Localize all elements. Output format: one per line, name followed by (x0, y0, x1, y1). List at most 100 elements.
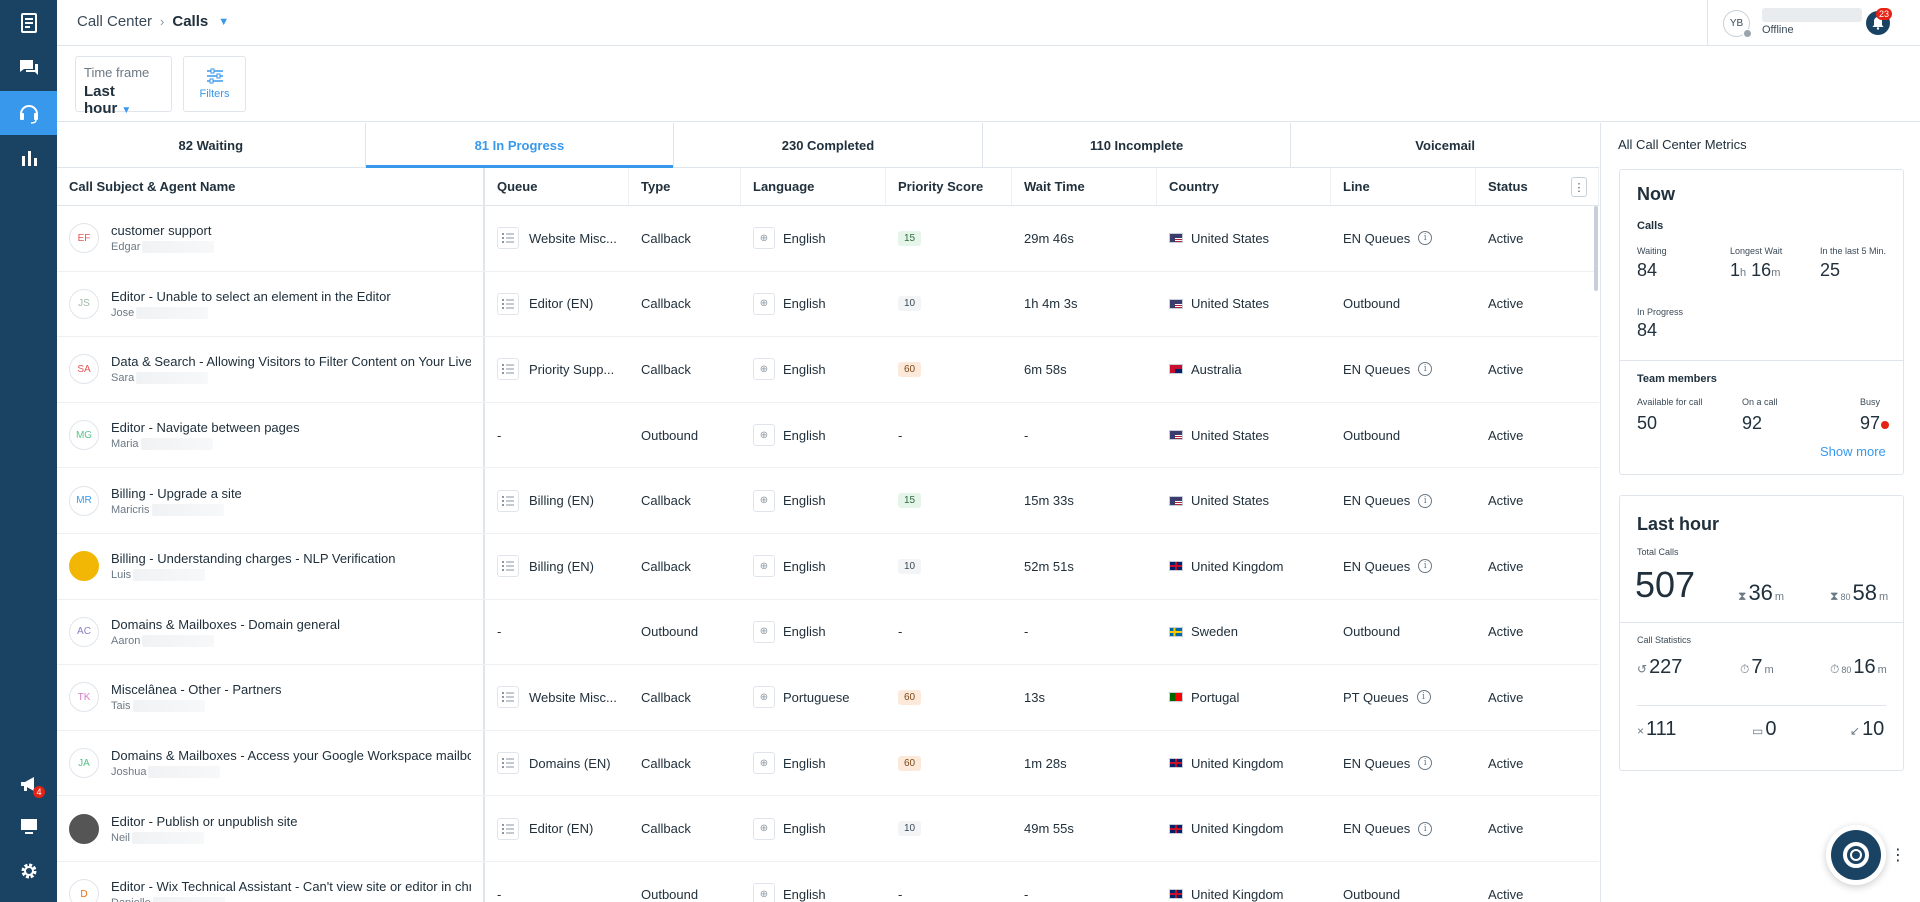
nav-settings[interactable] (0, 849, 57, 893)
table-row[interactable]: TK Miscelânea - Other - Partners Tais We… (57, 665, 1599, 731)
wait-time-cell: 49m 55s (1024, 821, 1074, 837)
agent-name: Joshua (111, 766, 147, 779)
agent-initials: MR (76, 495, 92, 507)
table-row[interactable]: MG Editor - Navigate between pages Maria… (57, 402, 1599, 469)
tab-completed[interactable]: 230 Completed (674, 123, 983, 167)
call-subject[interactable]: Billing - Upgrade a site (111, 486, 242, 501)
column-header-subject[interactable]: Call Subject & Agent Name (57, 168, 485, 205)
call-subject[interactable]: Miscelânea - Other - Partners (111, 682, 282, 697)
nav-chat[interactable] (0, 46, 57, 90)
headset-icon (19, 105, 38, 124)
call-subject[interactable]: Editor - Publish or unpublish site (111, 814, 297, 829)
nav-analytics[interactable] (0, 136, 57, 180)
wait-time-cell: 29m 46s (1024, 230, 1074, 246)
tab-incomplete[interactable]: 110 Incomplete (983, 123, 1292, 167)
table-row[interactable]: JA Domains & Mailboxes - Access your Goo… (57, 730, 1599, 797)
line-cell: EN Queues i (1331, 468, 1476, 533)
nav-inbox[interactable] (0, 1, 57, 45)
table-row[interactable]: SA Data & Search - Allowing Visitors to … (57, 337, 1599, 403)
table-row[interactable]: JS Editor - Unable to select an element … (57, 271, 1599, 338)
call-subject[interactable]: Domains & Mailboxes - Domain general (111, 617, 340, 632)
country-cell: Sweden (1157, 600, 1331, 665)
subject-cell: MG Editor - Navigate between pages Maria (57, 402, 485, 468)
info-icon[interactable]: i (1418, 559, 1433, 574)
country-flag-icon (1169, 298, 1183, 309)
agent-avatar (69, 813, 99, 844)
table-row[interactable]: D Editor - Wix Technical Assistant - Can… (57, 861, 1599, 902)
queue-cell: Billing (EN) (485, 468, 629, 533)
call-subject[interactable]: customer support (111, 223, 214, 238)
filters-button[interactable]: Filters (183, 56, 246, 112)
line-name: Outbound (1343, 624, 1401, 640)
chevron-down-icon[interactable]: ▼ (218, 16, 229, 28)
call-subject[interactable]: Editor - Wix Technical Assistant - Can't… (111, 879, 471, 894)
queue-name: Billing (EN) (529, 493, 595, 509)
country-name: United Kingdom (1191, 886, 1284, 902)
answered-stat: ↺ 227 (1637, 656, 1682, 679)
status-cell: Active (1488, 230, 1524, 246)
column-header-country[interactable]: Country (1157, 168, 1331, 205)
agent-name: Sara (111, 372, 135, 385)
total-calls-label: Total Calls (1637, 547, 1679, 557)
agent-avatar: TK (69, 682, 99, 713)
help-widget-button[interactable] (1826, 825, 1886, 885)
info-icon[interactable]: i (1418, 821, 1433, 836)
longest-wait-hours: 1 (1730, 260, 1741, 280)
call-subject[interactable]: Data & Search - Allowing Visitors to Fil… (111, 354, 471, 369)
column-header-wait-time[interactable]: Wait Time (1012, 168, 1157, 205)
call-subject[interactable]: Billing - Understanding charges - NLP Ve… (111, 551, 395, 566)
agent-avatar: AC (69, 616, 99, 647)
table-row[interactable]: MR Billing - Upgrade a site Maricris Bil… (57, 468, 1599, 534)
country-cell: Portugal (1157, 665, 1331, 730)
breadcrumb-call-center[interactable]: Call Center (77, 13, 152, 30)
table-row[interactable]: Editor - Publish or unpublish site Neil … (57, 796, 1599, 862)
queue-cell: Priority Supp... (485, 337, 629, 402)
avg-wait-stat: ⧗ 36 m (1738, 580, 1784, 606)
column-menu-icon[interactable]: ⋮ (1571, 177, 1587, 197)
nav-display[interactable] (0, 804, 57, 848)
help-widget-menu-icon[interactable]: ⋮ (1890, 845, 1906, 865)
call-subject[interactable]: Domains & Mailboxes - Access your Google… (111, 748, 471, 763)
language-name: English (783, 296, 826, 312)
tab-waiting[interactable]: 82 Waiting (57, 123, 366, 167)
queue-name: - (497, 886, 502, 902)
breadcrumb-calls[interactable]: Calls (172, 13, 208, 30)
column-header-priority[interactable]: Priority Score (886, 168, 1012, 205)
queue-name: Website Misc... (529, 230, 617, 246)
info-icon[interactable]: i (1416, 690, 1431, 705)
language-cell: ⊕ English (741, 403, 886, 468)
agent-avatar: JA (69, 748, 99, 779)
nav-announcements[interactable]: 4 (0, 762, 57, 806)
status-cell: Active (1488, 558, 1524, 574)
queue-cell: Domains (EN) (485, 731, 629, 796)
table-row[interactable]: EF customer support Edgar Website Misc..… (57, 206, 1599, 272)
now-divider (1620, 360, 1903, 361)
table-scrollbar[interactable] (1594, 206, 1598, 291)
agent-name-row: Edgar (111, 241, 215, 254)
priority-badge: 60 (898, 689, 922, 705)
wait-time-cell: 52m 51s (1024, 558, 1074, 574)
country-name: United States (1191, 296, 1270, 312)
tab-in-progress[interactable]: 81 In Progress (365, 123, 675, 168)
call-subject[interactable]: Editor - Unable to select an element in … (111, 289, 391, 304)
agent-surname-redacted (132, 700, 205, 713)
show-more-link[interactable]: Show more (1820, 444, 1886, 459)
timeframe-dropdown[interactable]: Time frame Last hour ▼ (75, 56, 172, 117)
column-header-queue[interactable]: Queue (485, 168, 629, 205)
info-icon[interactable]: i (1418, 493, 1433, 508)
info-icon[interactable]: i (1418, 362, 1433, 377)
table-row[interactable]: Billing - Understanding charges - NLP Ve… (57, 533, 1599, 600)
agent-initials: AC (77, 626, 91, 638)
info-icon[interactable]: i (1418, 756, 1433, 771)
agent-name-row: Neil (111, 831, 297, 844)
agent-name: Maria (111, 438, 139, 451)
column-header-language[interactable]: Language (741, 168, 886, 205)
tab-voicemail[interactable]: Voicemail (1291, 123, 1599, 167)
nav-call-center[interactable] (0, 91, 57, 135)
table-row[interactable]: AC Domains & Mailboxes - Domain general … (57, 599, 1599, 666)
line-cell: Outbound (1331, 272, 1476, 337)
column-header-type[interactable]: Type (629, 168, 741, 205)
column-header-line[interactable]: Line (1331, 168, 1476, 205)
info-icon[interactable]: i (1418, 231, 1433, 246)
call-subject[interactable]: Editor - Navigate between pages (111, 420, 300, 435)
